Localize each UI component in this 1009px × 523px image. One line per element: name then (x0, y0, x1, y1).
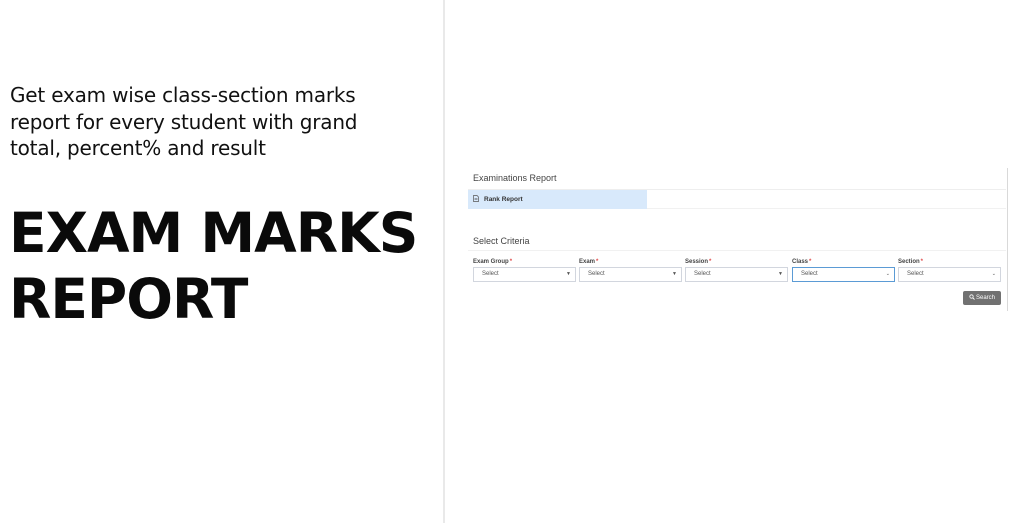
required-marker: * (509, 259, 513, 265)
chevron-down-icon: ⌄ (991, 271, 996, 277)
promo-headline: EXAM MARKS REPORT (9, 201, 418, 331)
report-list-divider (647, 208, 1006, 209)
class-select[interactable]: Select ⌄ (792, 267, 895, 282)
search-button[interactable]: Search (963, 291, 1001, 305)
promo-panel: Get exam wise class-section marks report… (0, 0, 444, 523)
select-value: Select (694, 271, 711, 277)
report-item-label: Rank Report (484, 196, 523, 203)
section-select[interactable]: Select ⌄ (898, 267, 1001, 282)
caret-down-icon: ▼ (672, 271, 677, 277)
page-title: Examinations Report (473, 173, 557, 183)
required-marker: * (920, 259, 924, 265)
section-divider (468, 250, 1006, 251)
select-value: Select (588, 271, 605, 277)
field-label: Section (898, 259, 920, 265)
session-select[interactable]: Select ▼ (685, 267, 788, 282)
caret-down-icon: ▼ (778, 271, 783, 277)
chevron-down-icon: ⌄ (885, 271, 890, 277)
exam-group-select[interactable]: Select ▼ (473, 267, 576, 282)
select-value: Select (482, 271, 499, 277)
promo-tagline: Get exam wise class-section marks report… (10, 83, 358, 160)
field-exam: Exam* Select ▼ (579, 257, 682, 282)
field-label: Class (792, 259, 809, 265)
section-title: Select Criteria (473, 236, 530, 246)
document-icon (473, 195, 479, 204)
field-exam-group: Exam Group* Select ▼ (473, 257, 576, 282)
required-marker: * (709, 259, 712, 265)
exam-select[interactable]: Select ▼ (579, 267, 682, 282)
field-label: Session (685, 259, 709, 265)
search-icon (969, 294, 975, 302)
field-label: Exam (579, 259, 596, 265)
panel-divider (443, 0, 445, 523)
field-label: Exam Group (473, 259, 509, 265)
field-section: Section* Select ⌄ (898, 257, 1001, 282)
report-item-rank[interactable]: Rank Report (468, 190, 647, 209)
caret-down-icon: ▼ (566, 271, 571, 277)
required-marker: * (596, 259, 599, 265)
field-session: Session* Select ▼ (685, 257, 788, 282)
app-screenshot: Examinations Report Rank Report Select C… (466, 168, 1009, 311)
screenshot-edge (1007, 168, 1008, 311)
select-value: Select (801, 271, 818, 277)
search-button-label: Search (975, 295, 995, 301)
required-marker: * (809, 259, 812, 265)
select-value: Select (907, 271, 924, 277)
field-class: Class* Select ⌄ (792, 257, 895, 282)
